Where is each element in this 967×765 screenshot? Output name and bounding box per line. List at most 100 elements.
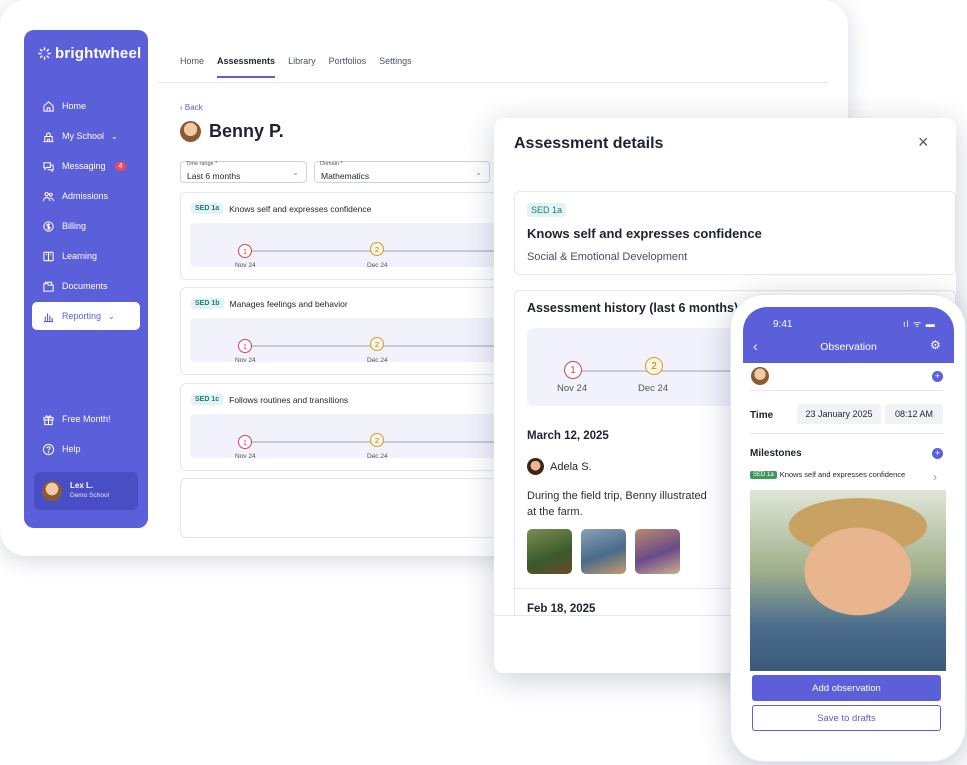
sidebar-item-label: Learning	[62, 251, 98, 261]
photo-thumbnail[interactable]	[635, 529, 680, 574]
divider	[750, 390, 944, 391]
sidebar-item-label: Messaging	[62, 161, 106, 171]
student-avatar	[180, 121, 201, 142]
back-link[interactable]: ‹ Back	[180, 103, 203, 112]
chevron-down-icon: ⌄	[292, 168, 299, 177]
tick-label: Dec 24	[638, 383, 669, 394]
save-drafts-button[interactable]: Save to drafts	[752, 705, 941, 731]
chevron-down-icon: ⌄	[111, 131, 118, 141]
skill-title: Manages feelings and behavior	[229, 298, 348, 309]
photo-thumbnail[interactable]	[527, 529, 572, 574]
messaging-icon	[43, 161, 54, 172]
milestones-label: Milestones	[750, 448, 802, 459]
phone-mockup: 9:41 ıl ᯤ ▬ ‹ Observation ⚙ + Time 23 Ja…	[730, 294, 966, 762]
card-title-row: SED 1b Manages feelings and behavior	[191, 298, 348, 309]
screen-title: Observation	[820, 341, 877, 353]
skill-card[interactable]: SED 1c Follows routines and transitions …	[180, 383, 500, 471]
divider	[158, 82, 828, 83]
time-label: Time	[750, 410, 774, 421]
gear-icon[interactable]: ⚙	[930, 338, 941, 352]
level-marker: 1	[238, 435, 252, 449]
unread-badge: 4	[114, 161, 127, 171]
sidebar-item-messaging[interactable]: Messaging 4	[32, 152, 140, 180]
sidebar-item-billing[interactable]: Billing	[32, 212, 140, 240]
entry-date: Feb 18, 2025	[527, 603, 596, 615]
skill-card[interactable]: SED 1a Knows self and expresses confiden…	[180, 192, 500, 280]
author-avatar	[527, 458, 544, 475]
tick-label: Nov 24	[557, 383, 588, 394]
skill-card[interactable]	[180, 478, 500, 538]
tab-assessments[interactable]: Assessments	[217, 56, 276, 78]
close-icon[interactable]: ×	[918, 132, 929, 153]
user-profile[interactable]: Lex L. Demo School	[34, 472, 138, 510]
skill-card[interactable]: SED 1b Manages feelings and behavior 1 2…	[180, 287, 500, 375]
skill-tag: SED 1c	[191, 394, 224, 405]
sidebar-item-learning[interactable]: Learning	[32, 242, 140, 270]
level-marker: 1	[238, 244, 252, 258]
sidebar-item-label: Billing	[62, 221, 87, 231]
brand-logo[interactable]: brightwheel	[38, 45, 141, 62]
sidebar-item-documents[interactable]: Documents	[32, 272, 140, 300]
level-marker: 2	[645, 357, 663, 375]
status-icons: ıl ᯤ ▬	[903, 319, 936, 329]
author-name: Adela S.	[550, 460, 592, 473]
sidebar-item-admissions[interactable]: Admissions	[32, 182, 140, 210]
tick-label: Dec 24	[367, 453, 388, 460]
entry-text-line: During the field trip, Benny illustrated	[527, 490, 707, 502]
sidebar-item-help[interactable]: Help	[32, 435, 140, 463]
phone-header: 9:41 ıl ᯤ ▬ ‹ Observation ⚙	[743, 307, 954, 363]
sidebar-item-free-month[interactable]: Free Month!	[32, 405, 140, 433]
sidebar-item-my-school[interactable]: My School ⌄	[32, 122, 140, 150]
sidebar-item-home[interactable]: Home	[32, 92, 140, 120]
domain-select[interactable]: Domain * Mathematics ⌄	[314, 161, 490, 183]
chevron-down-icon: ⌄	[108, 311, 115, 321]
tab-settings[interactable]: Settings	[379, 56, 412, 66]
time-range-select[interactable]: Time range * Last 6 months ⌄	[180, 161, 307, 183]
status-time: 9:41	[773, 319, 793, 330]
milestone-item[interactable]: SED 1a Knows self and expresses confiden…	[750, 470, 905, 479]
sidebar-item-label: Documents	[62, 281, 108, 291]
card-title-row: SED 1c Follows routines and transitions	[191, 394, 348, 405]
admissions-icon	[42, 191, 55, 201]
date-field[interactable]: 23 January 2025	[797, 404, 881, 424]
photo-thumbnail[interactable]	[581, 529, 626, 574]
sidebar-item-reporting[interactable]: Reporting ⌄	[32, 302, 140, 330]
add-observation-button[interactable]: Add observation	[752, 675, 941, 701]
chevron-right-icon[interactable]: ›	[933, 470, 937, 484]
student-avatar	[751, 367, 769, 385]
home-icon	[43, 100, 54, 112]
time-range-label: Time range *	[186, 161, 218, 167]
brand-name: brightwheel	[55, 45, 142, 62]
observation-photo[interactable]	[750, 490, 946, 671]
time-field[interactable]: 08:12 AM	[885, 404, 943, 424]
add-student-icon[interactable]: +	[932, 371, 943, 382]
sidebar-item-label: Home	[62, 101, 87, 111]
entry-text-line: at the farm.	[527, 506, 583, 518]
progress-track: 1 2 Nov 24 Dec 24	[190, 414, 500, 460]
card-title-row: SED 1a Knows self and expresses confiden…	[191, 203, 371, 214]
sidebar-item-label: My School	[62, 131, 105, 141]
milestone-text: Knows self and expresses confidence	[779, 470, 906, 479]
student-header: Benny P.	[180, 121, 284, 142]
tab-home[interactable]: Home	[180, 56, 204, 66]
level-marker: 1	[238, 339, 252, 353]
time-range-value: Last 6 months	[187, 171, 241, 181]
sidebar: brightwheel Home My School ⌄ Messaging 4…	[24, 30, 148, 528]
reporting-icon	[43, 312, 54, 322]
divider	[750, 433, 944, 434]
add-milestone-icon[interactable]: +	[932, 448, 943, 459]
tab-library[interactable]: Library	[288, 56, 316, 66]
tick-label: Dec 24	[367, 262, 388, 269]
documents-icon	[43, 281, 54, 292]
domain-label: Domain *	[320, 161, 343, 167]
domain-value: Mathematics	[321, 171, 370, 181]
sidebar-item-label: Reporting	[62, 311, 102, 321]
tick-label: Nov 24	[235, 453, 256, 460]
learning-icon	[43, 251, 54, 261]
tick-label: Nov 24	[235, 262, 256, 269]
page-title: Benny P.	[209, 121, 284, 141]
sidebar-item-label: Admissions	[62, 191, 109, 201]
level-marker: 2	[370, 433, 384, 447]
tab-portfolios[interactable]: Portfolios	[329, 56, 367, 66]
billing-icon	[43, 220, 54, 232]
